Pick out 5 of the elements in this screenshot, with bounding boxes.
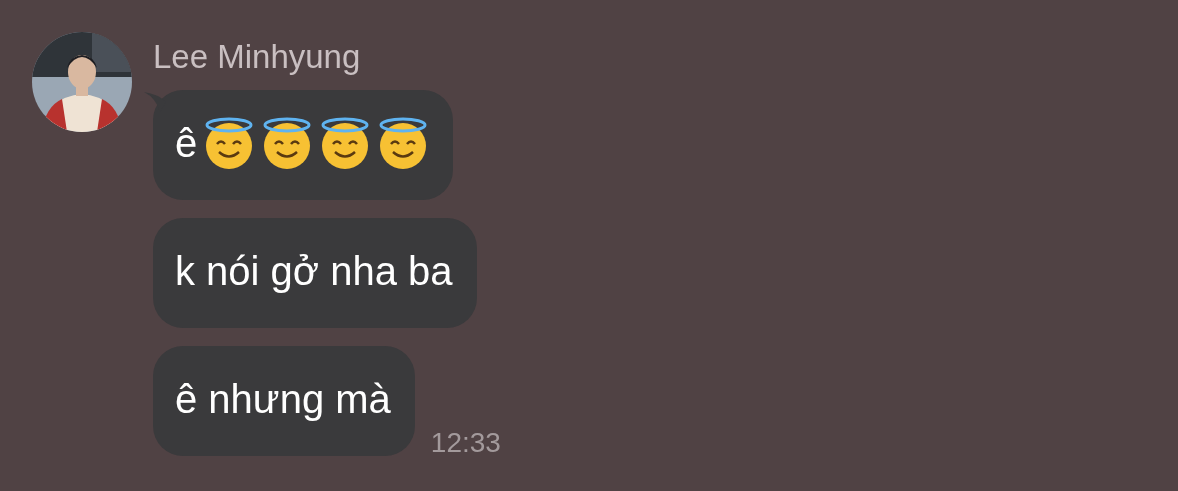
message-text: ê	[175, 120, 198, 167]
message-text: k nói gở nha ba	[175, 248, 453, 295]
message-time: 12:33	[430, 426, 501, 460]
message-text: ê nhưng mà	[175, 376, 391, 423]
sender-name: Lee Minhyung	[153, 37, 362, 77]
